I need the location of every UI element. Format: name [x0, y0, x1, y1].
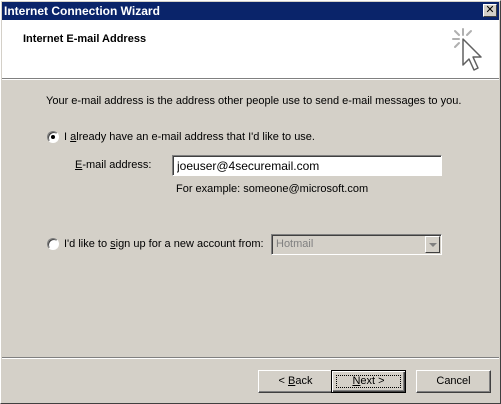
- cancel-button[interactable]: Cancel: [416, 370, 491, 393]
- chevron-down-icon[interactable]: [425, 236, 440, 253]
- next-button[interactable]: Next >: [331, 370, 406, 393]
- provider-selected-value: Hotmail: [276, 238, 314, 250]
- email-address-label: E-mail address:: [75, 159, 152, 171]
- provider-dropdown[interactable]: Hotmail: [271, 234, 442, 255]
- email-address-input[interactable]: [172, 155, 442, 176]
- existing-address-label[interactable]: I already have an e-mail address that I'…: [64, 131, 315, 143]
- wizard-window: Internet Connection Wizard ✕ Internet E-…: [0, 0, 501, 404]
- wizard-cursor-icon: [452, 28, 482, 71]
- window-title: Internet Connection Wizard: [4, 4, 160, 18]
- title-bar[interactable]: Internet Connection Wizard ✕: [2, 2, 499, 20]
- email-example-text: For example: someone@microsoft.com: [176, 183, 369, 195]
- back-button[interactable]: < Back: [258, 370, 333, 393]
- description-text: Your e-mail address is the address other…: [46, 95, 462, 107]
- radio-selected-dot: [51, 135, 55, 139]
- wizard-header: Internet E-mail Address: [2, 20, 499, 78]
- existing-address-radio[interactable]: [47, 131, 59, 143]
- header-separator: [2, 78, 499, 80]
- page-title: Internet E-mail Address: [23, 33, 147, 45]
- close-icon: ✕: [485, 4, 495, 16]
- new-account-label[interactable]: I'd like to sign up for a new account fr…: [64, 238, 264, 250]
- footer-separator: [2, 357, 499, 359]
- new-account-radio[interactable]: [47, 238, 59, 250]
- close-button[interactable]: ✕: [483, 4, 497, 17]
